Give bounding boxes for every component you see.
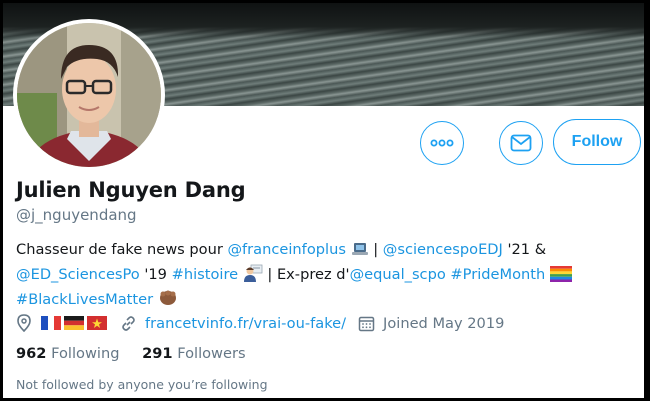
following-count: 962 xyxy=(16,345,47,362)
mention-link[interactable]: @franceinfoplus xyxy=(227,241,345,258)
more-options-button[interactable] xyxy=(420,121,464,165)
bio-text: Chasseur de fake news pour xyxy=(16,241,228,258)
vietnam-flag-icon xyxy=(87,316,107,330)
mention-link[interactable]: @equal_scpo xyxy=(350,266,446,283)
follow-stats: 962 Following 291 Followers xyxy=(16,345,246,362)
followers-link[interactable]: 291 Followers xyxy=(142,345,245,362)
followers-count: 291 xyxy=(142,345,173,362)
location-pin-icon xyxy=(17,314,31,332)
profile-meta: francetvinfo.fr/vrai-ou-fake/ Joined May… xyxy=(16,312,626,334)
profile-name: Julien Nguyen Dang xyxy=(16,178,246,202)
more-dots-icon xyxy=(430,139,454,147)
raised-fist-icon xyxy=(159,290,176,305)
bio-text: '21 & xyxy=(502,241,547,258)
followers-label: Followers xyxy=(177,345,246,362)
mention-link[interactable]: @ED_SciencesPo xyxy=(16,266,140,283)
profile-bio: Chasseur de fake news pour @franceinfopl… xyxy=(16,237,616,312)
profile-handle: @j_nguyendang xyxy=(16,206,137,224)
bio-text: '19 xyxy=(139,266,172,283)
germany-flag-icon xyxy=(64,316,84,330)
calendar-icon xyxy=(358,316,375,331)
hashtag-link[interactable]: #histoire xyxy=(172,266,239,283)
message-button[interactable] xyxy=(499,121,543,165)
joined-date: Joined May 2019 xyxy=(383,314,505,332)
profile-url-link[interactable]: francetvinfo.fr/vrai-ou-fake/ xyxy=(145,315,346,332)
teacher-icon xyxy=(243,264,263,282)
flag-group xyxy=(41,316,107,330)
link-icon xyxy=(122,315,135,331)
avatar-image xyxy=(17,23,161,167)
mention-link[interactable]: @sciencespoEDJ xyxy=(383,241,503,258)
following-link[interactable]: 962 Following xyxy=(16,345,119,362)
bio-text: | Ex-prez d' xyxy=(262,266,350,283)
profile-card: Follow Julien Nguyen Dang @j_nguyendang … xyxy=(3,3,644,398)
hashtag-link[interactable]: #BlackLivesMatter xyxy=(16,291,153,308)
hashtag-link[interactable]: #PrideMonth xyxy=(450,266,545,283)
following-label: Following xyxy=(51,345,120,362)
france-flag-icon xyxy=(41,316,61,330)
bio-text: | xyxy=(368,241,383,258)
avatar[interactable] xyxy=(13,19,165,171)
envelope-icon xyxy=(510,134,532,152)
follow-button[interactable]: Follow xyxy=(553,119,641,165)
rainbow-flag-icon xyxy=(549,266,572,282)
laptop-icon xyxy=(351,243,368,255)
mutual-followers-note: Not followed by anyone you’re following xyxy=(16,377,268,392)
